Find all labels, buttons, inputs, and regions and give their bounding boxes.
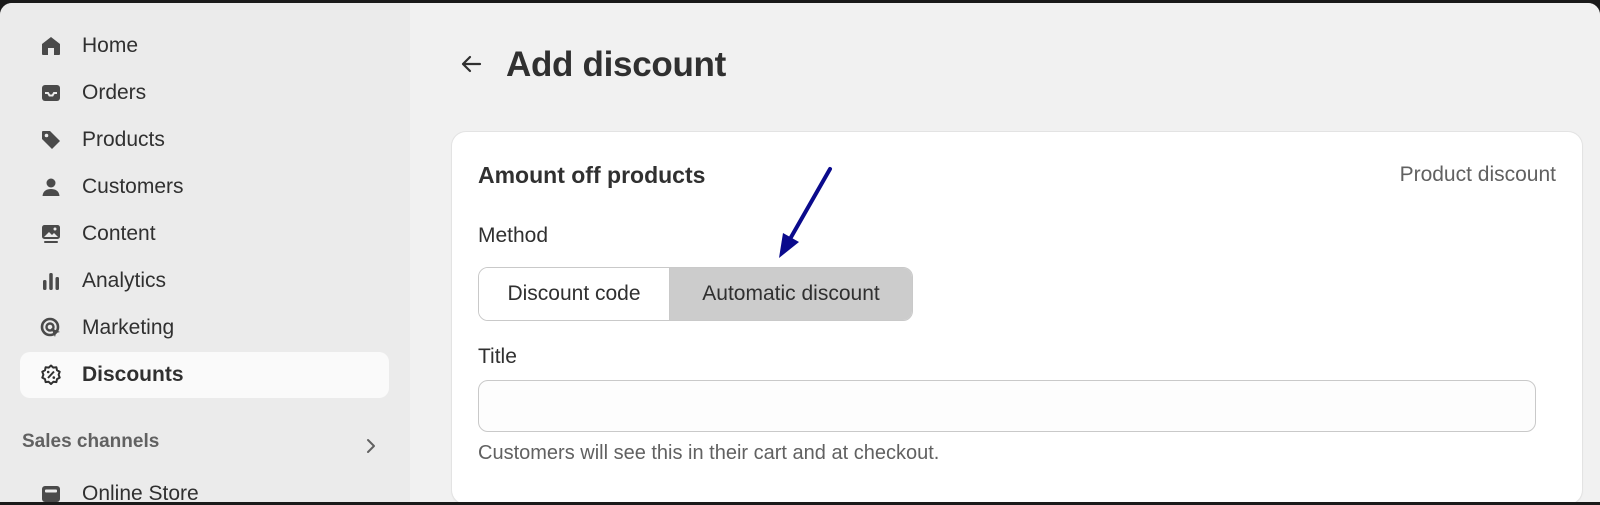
sidebar-item-label: Home xyxy=(82,34,139,57)
chevron-right-icon[interactable] xyxy=(362,437,380,455)
tag-icon xyxy=(38,127,64,153)
store-icon xyxy=(38,481,64,502)
sidebar-item-analytics[interactable]: Analytics xyxy=(20,258,389,304)
image-icon xyxy=(38,221,64,247)
card-title: Amount off products xyxy=(478,162,706,188)
main-content: Add discount Amount off products Product… xyxy=(410,3,1600,502)
target-icon xyxy=(38,315,64,341)
sales-channels-heading[interactable]: Sales channels xyxy=(22,431,159,453)
sidebar-item-label: Marketing xyxy=(82,316,175,339)
method-segmented-control: Discount code Automatic discount xyxy=(478,267,913,321)
discount-card: Amount off products Product discount Met… xyxy=(452,132,1582,502)
sidebar-item-label: Analytics xyxy=(82,269,167,292)
title-input[interactable] xyxy=(478,380,1536,432)
sidebar-item-label: Content xyxy=(82,222,156,245)
page-title: Add discount xyxy=(506,45,726,84)
title-label: Title xyxy=(478,345,517,368)
title-help-text: Customers will see this in their cart an… xyxy=(478,442,940,464)
sidebar-item-label: Customers xyxy=(82,175,184,198)
sidebar-item-marketing[interactable]: Marketing xyxy=(20,305,389,351)
sidebar-item-label: Orders xyxy=(82,81,147,104)
inbox-icon xyxy=(38,80,64,106)
sidebar-item-products[interactable]: Products xyxy=(20,117,389,163)
home-icon xyxy=(38,33,64,59)
person-icon xyxy=(38,174,64,200)
arrow-left-icon xyxy=(458,51,484,82)
sidebar: Home Orders Products Customers Content A… xyxy=(0,3,410,502)
app-window: Home Orders Products Customers Content A… xyxy=(0,3,1600,502)
sidebar-item-label: Products xyxy=(82,128,165,151)
sidebar-item-customers[interactable]: Customers xyxy=(20,164,389,210)
sidebar-item-label: Online Store xyxy=(82,482,199,502)
back-button[interactable] xyxy=(456,51,486,81)
method-label: Method xyxy=(478,224,549,247)
sidebar-item-home[interactable]: Home xyxy=(20,23,389,69)
discount-badge-icon xyxy=(38,362,64,388)
automatic-discount-option[interactable]: Automatic discount xyxy=(670,268,912,320)
sidebar-item-label: Discounts xyxy=(82,363,184,386)
sidebar-item-orders[interactable]: Orders xyxy=(20,70,389,116)
discount-code-option[interactable]: Discount code xyxy=(479,268,670,320)
sidebar-item-online-store[interactable]: Online Store xyxy=(20,471,389,502)
discount-type-label: Product discount xyxy=(1399,163,1556,186)
bar-chart-icon xyxy=(38,268,64,294)
sidebar-item-content[interactable]: Content xyxy=(20,211,389,257)
sidebar-item-discounts[interactable]: Discounts xyxy=(20,352,389,398)
